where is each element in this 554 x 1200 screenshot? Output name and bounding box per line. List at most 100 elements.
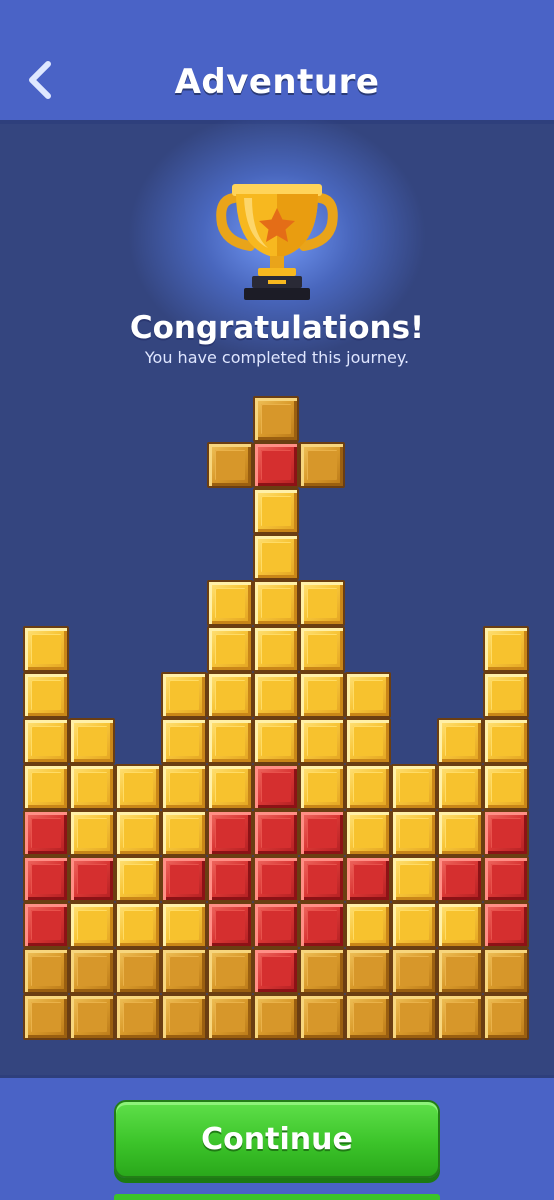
bronze-block <box>161 948 207 994</box>
red-block <box>483 902 529 948</box>
bronze-block <box>391 994 437 1040</box>
bronze-block <box>437 948 483 994</box>
gold-block <box>69 764 115 810</box>
red-block <box>483 856 529 902</box>
congratulations-title: Congratulations! <box>129 310 425 346</box>
bronze-block <box>253 396 299 442</box>
gold-block <box>23 626 69 672</box>
gold-block <box>253 488 299 534</box>
next-button-edge <box>114 1194 440 1200</box>
gold-block <box>207 580 253 626</box>
gold-block <box>23 718 69 764</box>
bronze-block <box>115 994 161 1040</box>
completion-subtitle: You have completed this journey. <box>144 348 410 367</box>
gold-block <box>299 580 345 626</box>
gold-block <box>483 718 529 764</box>
gold-block <box>345 718 391 764</box>
bronze-block <box>69 948 115 994</box>
red-block <box>253 810 299 856</box>
bronze-block <box>207 994 253 1040</box>
gold-block <box>115 764 161 810</box>
red-block <box>299 810 345 856</box>
red-block <box>23 902 69 948</box>
gold-block <box>207 764 253 810</box>
red-block <box>483 810 529 856</box>
gold-block <box>299 626 345 672</box>
gold-block <box>253 626 299 672</box>
gold-block <box>345 764 391 810</box>
gold-block <box>69 902 115 948</box>
gold-block <box>161 764 207 810</box>
gold-block <box>391 764 437 810</box>
bronze-block <box>391 948 437 994</box>
gold-block <box>345 672 391 718</box>
gold-block <box>437 810 483 856</box>
gold-block <box>391 856 437 902</box>
bronze-block <box>299 948 345 994</box>
red-block <box>69 856 115 902</box>
gold-block <box>207 626 253 672</box>
red-block <box>253 856 299 902</box>
bronze-block <box>483 948 529 994</box>
red-block <box>23 856 69 902</box>
red-block <box>23 810 69 856</box>
gold-block <box>115 902 161 948</box>
bronze-block <box>161 994 207 1040</box>
red-block <box>253 902 299 948</box>
gold-block <box>161 902 207 948</box>
red-block <box>161 856 207 902</box>
bronze-block <box>207 442 253 488</box>
gold-block <box>23 672 69 718</box>
gold-block <box>115 810 161 856</box>
gold-block <box>437 764 483 810</box>
gold-block <box>391 902 437 948</box>
gold-block <box>69 718 115 764</box>
bronze-block <box>253 994 299 1040</box>
red-block <box>299 856 345 902</box>
gold-block <box>345 810 391 856</box>
red-block <box>207 902 253 948</box>
trophy-icon <box>212 176 342 306</box>
bronze-block <box>299 442 345 488</box>
gold-block <box>437 902 483 948</box>
red-block <box>299 902 345 948</box>
gold-block <box>483 672 529 718</box>
gold-block <box>437 718 483 764</box>
gold-block <box>69 810 115 856</box>
gold-block <box>23 764 69 810</box>
gold-block <box>253 672 299 718</box>
gold-block <box>161 718 207 764</box>
gold-block <box>299 672 345 718</box>
red-block <box>207 810 253 856</box>
gold-block <box>483 626 529 672</box>
top-bar: Adventure <box>0 0 554 120</box>
page-title: Adventure <box>174 62 380 102</box>
gold-block <box>207 718 253 764</box>
bronze-block <box>207 948 253 994</box>
gold-block <box>391 810 437 856</box>
gold-block <box>207 672 253 718</box>
gold-block <box>299 764 345 810</box>
gold-block <box>115 856 161 902</box>
red-block <box>437 856 483 902</box>
red-block <box>345 856 391 902</box>
gold-block <box>253 718 299 764</box>
bronze-block <box>437 994 483 1040</box>
continue-button[interactable]: Continue <box>114 1100 440 1178</box>
gold-block <box>161 810 207 856</box>
bronze-block <box>345 994 391 1040</box>
bronze-block <box>69 994 115 1040</box>
gold-block <box>299 718 345 764</box>
red-block <box>207 856 253 902</box>
red-block <box>253 764 299 810</box>
bronze-block <box>23 948 69 994</box>
red-block <box>253 948 299 994</box>
bronze-block <box>299 994 345 1040</box>
continue-label: Continue <box>201 1122 353 1157</box>
gold-block <box>253 534 299 580</box>
bronze-block <box>483 994 529 1040</box>
red-block <box>253 442 299 488</box>
gold-block <box>161 672 207 718</box>
gold-block <box>253 580 299 626</box>
bronze-block <box>345 948 391 994</box>
